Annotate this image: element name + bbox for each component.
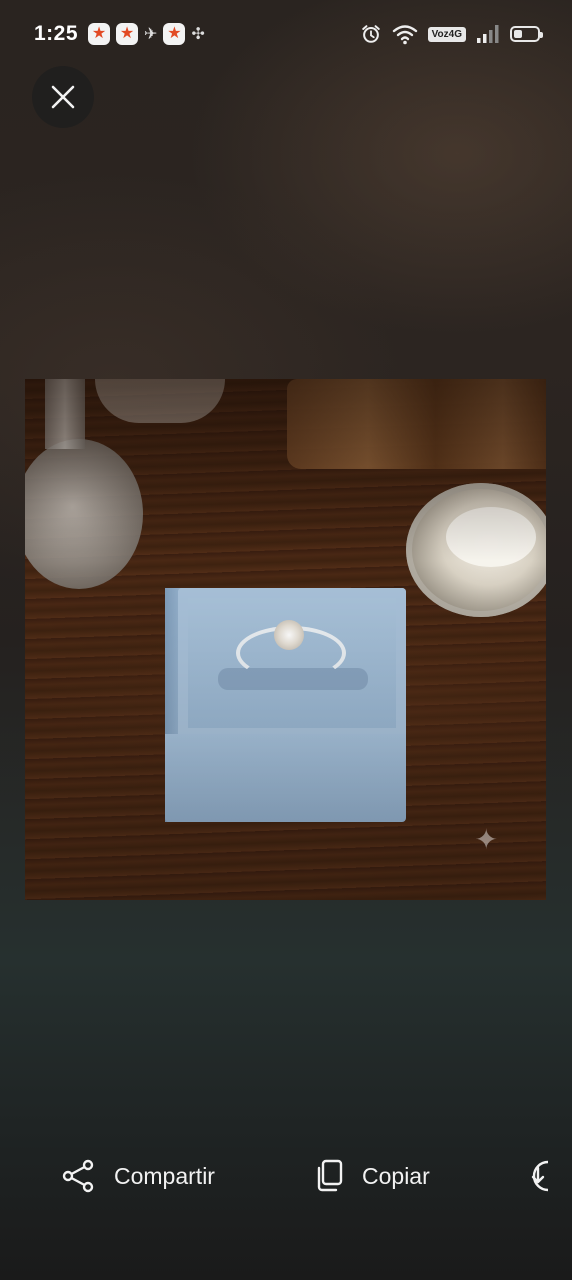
status-time: 1:25 [34, 22, 79, 45]
app-badge-icon: ★ [116, 23, 139, 45]
share-icon [62, 1159, 94, 1193]
app-badge-icon: ★ [163, 23, 186, 45]
share-label: Compartir [114, 1162, 215, 1189]
status-bar: 1:25 ★ ★ ✈ ★ ✣ Voz4G [0, 0, 572, 68]
close-icon [51, 85, 75, 109]
close-button[interactable] [32, 66, 94, 128]
copy-button[interactable]: Copiar [314, 1146, 430, 1206]
app-badge-icon: ★ [88, 23, 111, 45]
bird-icon: ✈ [144, 26, 158, 43]
pinwheel-icon: ✣ [191, 26, 205, 43]
sparkle-icon: ✦ [474, 824, 498, 855]
alarm-icon [361, 25, 380, 43]
download-icon [531, 1160, 548, 1192]
battery-icon [510, 26, 543, 42]
signal-icon [477, 25, 499, 43]
network-label: Voz4G [427, 26, 466, 42]
download-button[interactable] [522, 1146, 548, 1206]
copy-label: Copiar [362, 1162, 430, 1189]
ring-box-photo[interactable]: ✦ [25, 379, 546, 900]
wifi-icon [392, 25, 417, 45]
share-button[interactable]: Compartir [62, 1146, 215, 1206]
action-bar: Compartir Copiar [0, 1136, 572, 1216]
copy-icon [317, 1159, 343, 1192]
